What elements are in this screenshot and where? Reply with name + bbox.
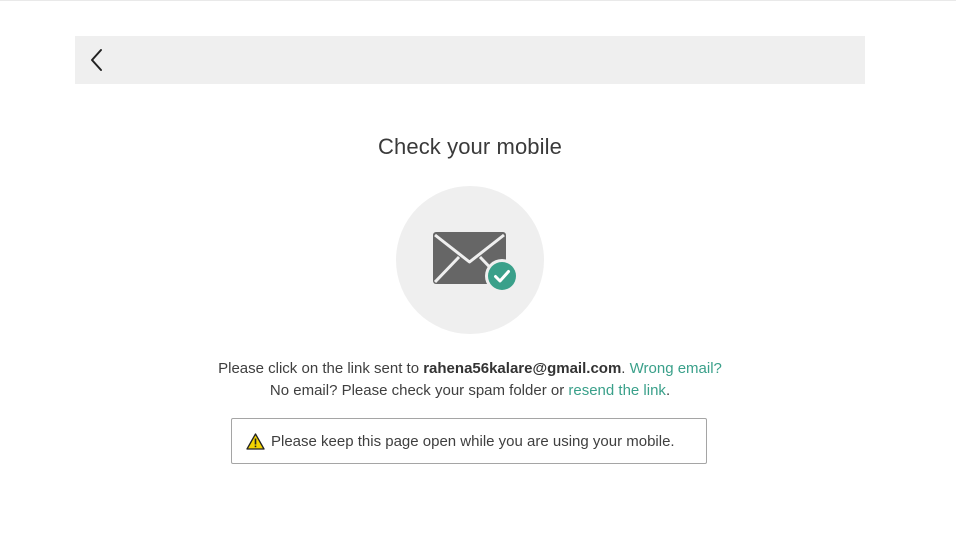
resend-link[interactable]: resend the link: [568, 382, 666, 399]
page-title: Check your mobile: [378, 134, 562, 159]
back-button[interactable]: [84, 46, 110, 74]
spam-hint-line: No email? Please check your spam folder …: [0, 382, 940, 399]
notice-text: Please keep this page open while you are…: [271, 432, 675, 450]
email-address: rahena56kalare@gmail.com: [423, 360, 622, 377]
wrong-email-link[interactable]: Wrong email?: [630, 360, 722, 377]
top-divider: [0, 0, 956, 1]
warning-icon: [246, 433, 265, 450]
header-bar: [75, 36, 865, 84]
instruction-text: Please click on the link sent to: [218, 360, 424, 377]
sentence-period: .: [665, 382, 671, 399]
keep-page-open-notice: Please keep this page open while you are…: [231, 418, 707, 464]
spam-hint-text: No email? Please check your spam folder …: [269, 382, 569, 399]
instruction-line: Please click on the link sent to rahena5…: [0, 360, 940, 377]
chevron-left-icon: [91, 49, 102, 71]
sentence-period: .: [621, 360, 626, 377]
check-circle-icon: [485, 259, 519, 293]
